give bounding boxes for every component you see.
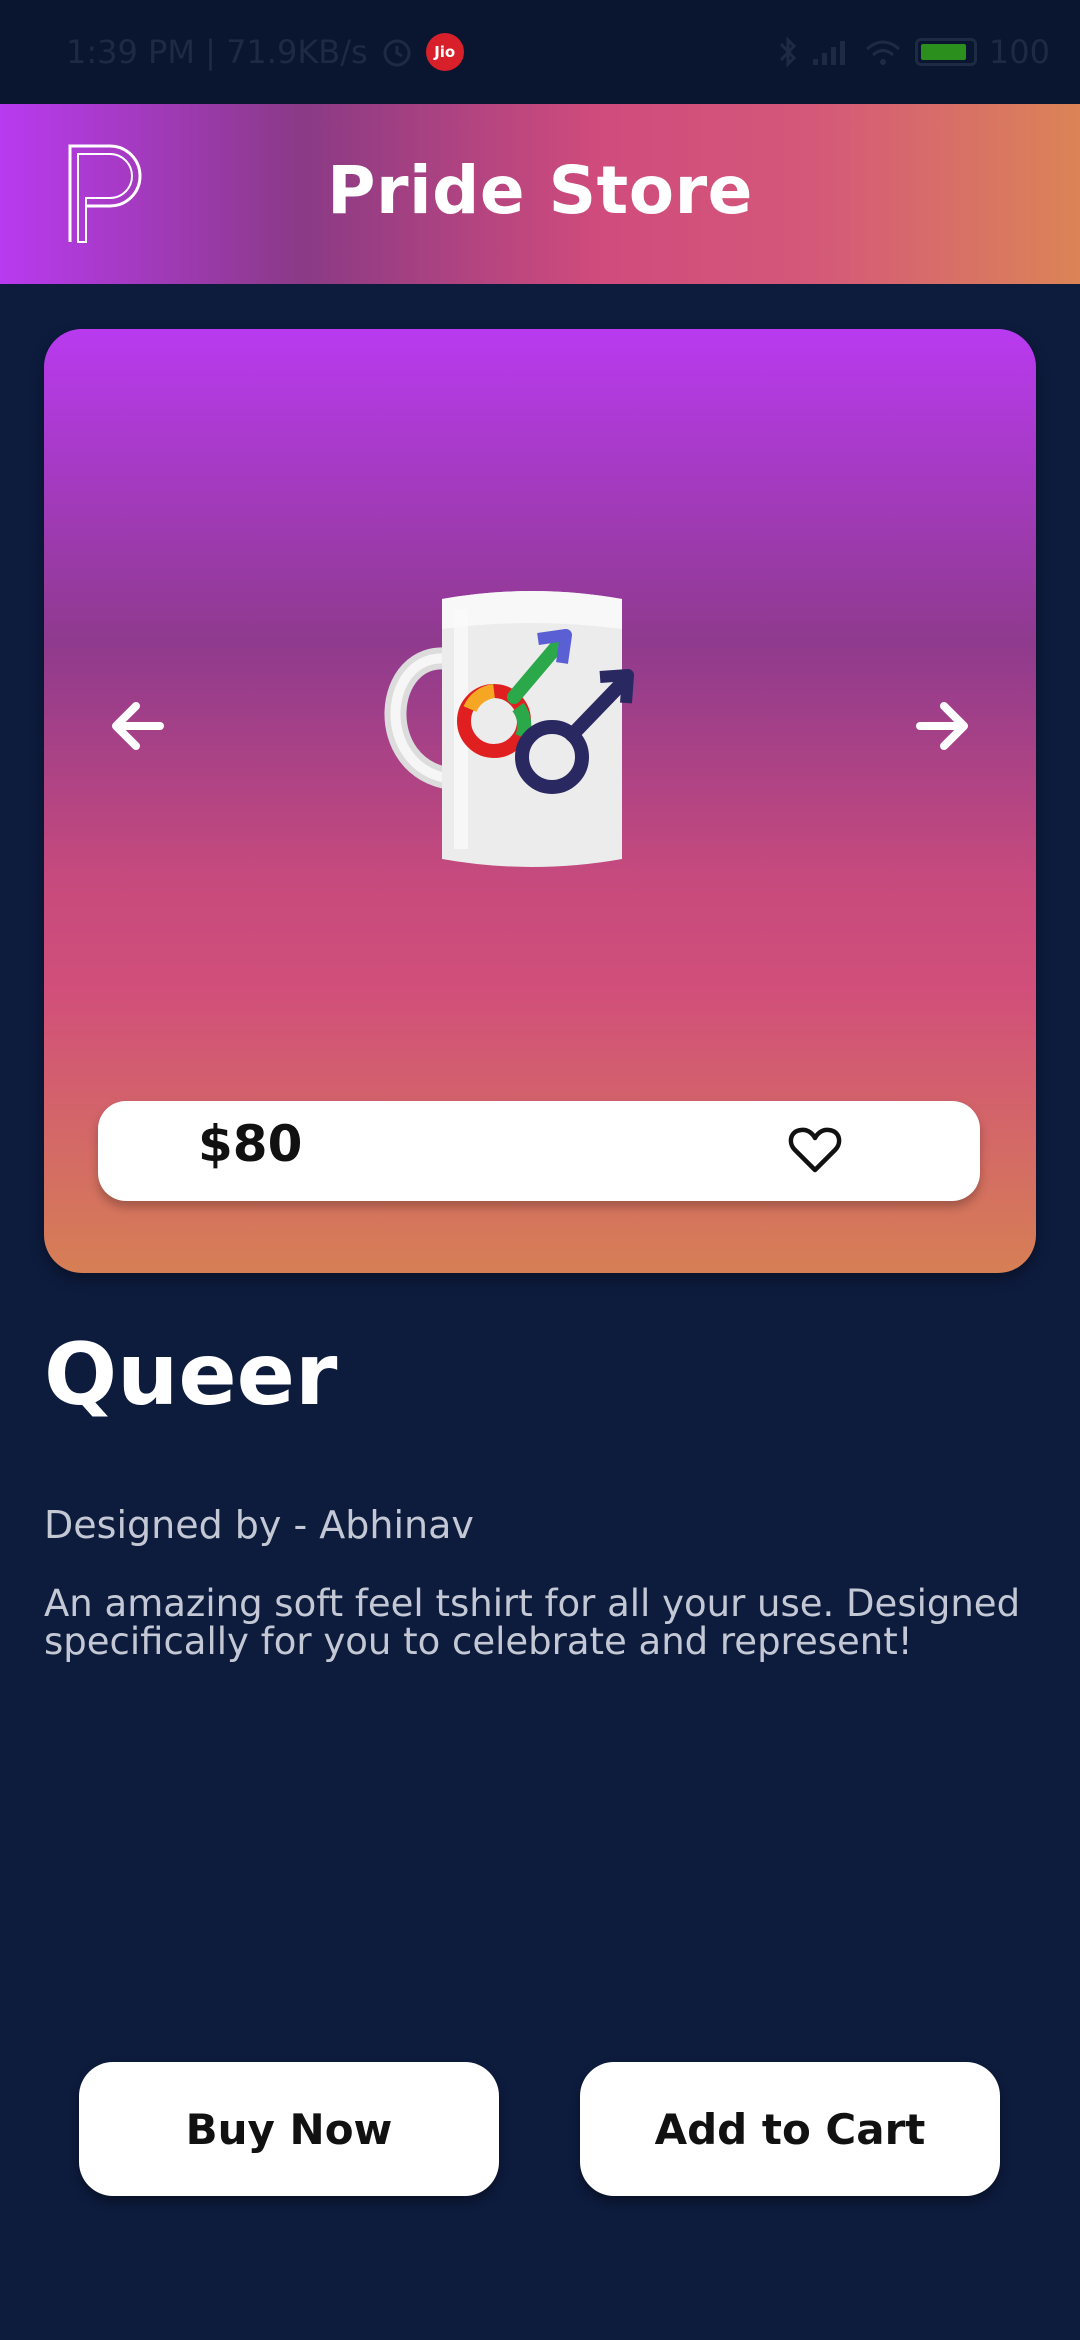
bluetooth-icon bbox=[779, 36, 797, 68]
jio-badge: Jio bbox=[425, 33, 464, 71]
alarm-icon bbox=[383, 39, 411, 67]
wifi-icon bbox=[865, 40, 900, 65]
status-bar-left: 1:39 PM | 71.9KB/s Jio bbox=[66, 33, 464, 71]
product-name: Queer bbox=[44, 1325, 338, 1425]
buy-now-button[interactable]: Buy Now bbox=[79, 2062, 499, 2196]
heart-icon[interactable] bbox=[788, 1125, 842, 1175]
product-designer: Designed by - Abhinav bbox=[44, 1503, 474, 1547]
battery-level: 100 bbox=[988, 33, 1050, 71]
add-to-cart-button[interactable]: Add to Cart bbox=[580, 2062, 1000, 2196]
signal-icon bbox=[812, 41, 845, 65]
battery-icon bbox=[914, 38, 977, 66]
product-image-mug bbox=[384, 591, 634, 867]
arrow-right-icon[interactable] bbox=[908, 691, 978, 761]
app-header: Pride Store bbox=[0, 104, 1080, 284]
arrow-left-icon[interactable] bbox=[102, 691, 172, 761]
product-description: An amazing soft feel tshirt for all your… bbox=[44, 1582, 1021, 1663]
status-time-speed: 1:39 PM | 71.9KB/s bbox=[66, 33, 368, 71]
status-bar: 1:39 PM | 71.9KB/s Jio 100 bbox=[0, 0, 1080, 104]
product-price: $80 bbox=[198, 1115, 303, 1173]
product-card: $80 bbox=[44, 329, 1036, 1273]
status-bar-right: 100 bbox=[777, 33, 1050, 71]
header-title: Pride Store bbox=[327, 152, 753, 229]
price-bar: $80 bbox=[98, 1101, 980, 1201]
